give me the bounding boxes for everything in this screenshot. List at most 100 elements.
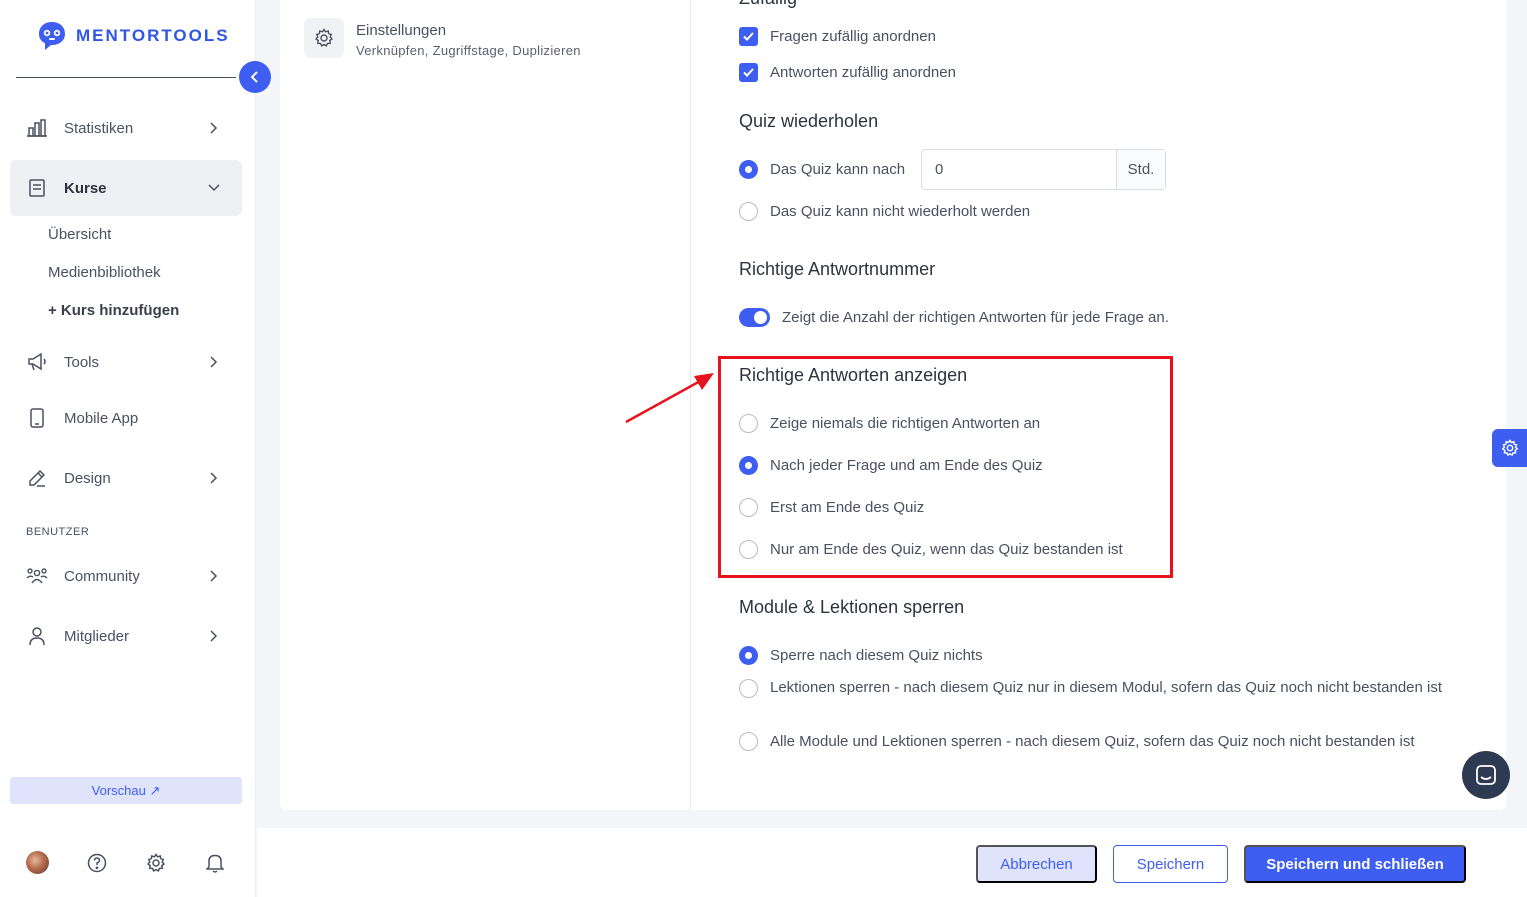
radio-row-show-each[interactable]: Nach jeder Frage und am Ende des Quiz [739, 456, 1043, 475]
checkbox-row-fragen[interactable]: Fragen zufällig anordnen [739, 27, 936, 46]
hours-input[interactable]: 0 Std. [921, 149, 1166, 190]
radio-label: Alle Module und Lektionen sperren - nach… [770, 733, 1415, 750]
chevron-right-icon [206, 470, 222, 486]
sidebar: MENTORTOOLS Statistiken Kurse Übersicht … [0, 0, 256, 897]
hours-value[interactable]: 0 [922, 150, 1116, 189]
sidebar-collapse-button[interactable] [239, 61, 271, 93]
logo-robot-icon [39, 22, 65, 50]
preview-button[interactable]: Vorschau ↗ [10, 777, 242, 804]
settings-section-link[interactable]: Einstellungen Verknüpfen, Zugriffstage, … [304, 18, 581, 58]
radio[interactable] [739, 414, 758, 433]
nav-item-mitglieder[interactable]: Mitglieder [10, 608, 242, 664]
checkbox-row-antworten[interactable]: Antworten zufällig anordnen [739, 63, 956, 82]
radio[interactable] [739, 498, 758, 517]
heading-module-sperren: Module & Lektionen sperren [739, 597, 965, 617]
logo-text: MENTORTOOLS [76, 26, 230, 45]
nav-label: Tools [64, 353, 100, 371]
heading-richtige-antworten-anzeigen: Richtige Antworten anzeigen [739, 365, 968, 385]
settings-subtitle: Verknüpfen, Zugriffstage, Duplizieren [356, 43, 581, 58]
edit-icon [26, 467, 48, 489]
divider [16, 77, 236, 78]
save-button[interactable]: Speichern [1113, 845, 1228, 883]
save-and-close-button[interactable]: Speichern und schließen [1244, 845, 1466, 883]
sidebar-sub-uebersicht[interactable]: Übersicht [48, 226, 111, 243]
chat-button[interactable] [1462, 751, 1510, 799]
radio-label: Lektionen sperren - nach diesem Quiz nur… [770, 679, 1443, 696]
radio-row-quiz-after[interactable]: Das Quiz kann nach [739, 160, 905, 179]
gear-icon [1501, 439, 1518, 457]
radio-label: Nur am Ende des Quiz, wenn das Quiz best… [770, 541, 1123, 558]
chevron-right-icon [206, 120, 222, 136]
radio-selected[interactable] [739, 160, 758, 179]
nav-item-kurse[interactable]: Kurse [10, 160, 242, 216]
nav-label: Statistiken [64, 119, 134, 137]
chevron-right-icon [206, 628, 222, 644]
nav-item-mobile-app[interactable]: Mobile App [10, 390, 242, 446]
gear-icon [304, 18, 344, 58]
radio-row-quiz-never[interactable]: Das Quiz kann nicht wiederholt werden [739, 202, 1030, 221]
radio-label: Zeige niemals die richtigen Antworten an [770, 415, 1041, 432]
heading-zufaellig: Zufällig [739, 0, 797, 9]
radio-label: Sperre nach diesem Quiz nichts [770, 647, 983, 664]
cancel-button[interactable]: Abbrechen [976, 845, 1097, 883]
radio-row-lock-lessons[interactable]: Lektionen sperren - nach diesem Quiz nur… [739, 677, 1450, 699]
radio-row-lock-none[interactable]: Sperre nach diesem Quiz nichts [739, 646, 983, 665]
radio-label: Nach jeder Frage und am Ende des Quiz [770, 457, 1043, 474]
radio-label: Das Quiz kann nach [770, 161, 906, 178]
radio[interactable] [739, 202, 758, 221]
sidebar-sub-kurs-hinzufuegen[interactable]: + Kurs hinzufügen [48, 302, 179, 319]
bell-icon[interactable] [203, 851, 226, 874]
nav-label: Kurse [64, 179, 107, 197]
radio-selected[interactable] [739, 456, 758, 475]
check-icon [743, 32, 754, 41]
gear-icon[interactable] [144, 851, 167, 874]
toggle-row-antwortnummer[interactable]: Zeigt die Anzahl der richtigen Antworten… [739, 308, 1169, 327]
sidebar-footer [26, 851, 226, 874]
heading-richtige-antwortnummer: Richtige Antwortnummer [739, 259, 936, 279]
nav-item-statistiken[interactable]: Statistiken [10, 100, 242, 156]
nav-item-tools[interactable]: Tools [10, 334, 242, 390]
checkbox-label: Antworten zufällig anordnen [770, 64, 956, 81]
bar-chart-icon [26, 117, 48, 139]
user-icon [26, 625, 48, 647]
annotation-arrow-icon [625, 373, 714, 424]
sidebar-sub-medienbibliothek[interactable]: Medienbibliothek [48, 264, 161, 281]
radio[interactable] [739, 732, 758, 751]
nav-item-design[interactable]: Design [10, 450, 242, 506]
checkbox-checked[interactable] [739, 63, 758, 82]
chevron-right-icon [206, 354, 222, 370]
radio-row-show-never[interactable]: Zeige niemals die richtigen Antworten an [739, 414, 1040, 433]
radio[interactable] [739, 540, 758, 559]
megaphone-icon [26, 351, 48, 373]
radio[interactable] [739, 678, 758, 698]
radio-selected[interactable] [739, 646, 758, 665]
phone-icon [26, 407, 48, 429]
radio-row-show-end[interactable]: Erst am Ende des Quiz [739, 498, 924, 517]
radio-label: Erst am Ende des Quiz [770, 499, 925, 516]
radio-row-show-passed[interactable]: Nur am Ende des Quiz, wenn das Quiz best… [739, 540, 1123, 559]
section-label-benutzer: BENUTZER [26, 526, 90, 538]
avatar[interactable] [26, 851, 49, 874]
community-icon [26, 565, 48, 587]
nav-label: Mitglieder [64, 627, 130, 645]
chevron-right-icon [206, 568, 222, 584]
checkbox-label: Fragen zufällig anordnen [770, 28, 936, 45]
nav-label: Mobile App [64, 409, 139, 427]
nav-label: Design [64, 469, 111, 487]
toggle-label: Zeigt die Anzahl der richtigen Antworten… [782, 309, 1169, 326]
settings-title: Einstellungen [356, 22, 447, 39]
radio-row-lock-all[interactable]: Alle Module und Lektionen sperren - nach… [739, 732, 1415, 751]
chevron-left-icon [250, 71, 258, 83]
settings-floating-button[interactable] [1492, 429, 1527, 467]
nav-item-community[interactable]: Community [10, 548, 242, 604]
help-icon[interactable] [85, 851, 108, 874]
toggle-switch-on[interactable] [739, 308, 770, 327]
book-icon [26, 177, 48, 199]
checkbox-checked[interactable] [739, 27, 758, 46]
hours-unit: Std. [1116, 150, 1165, 189]
nav-label: Community [64, 567, 140, 585]
radio-label: Das Quiz kann nicht wiederholt werden [770, 203, 1031, 220]
heading-quiz-wiederholen: Quiz wiederholen [739, 111, 879, 131]
chevron-down-icon [206, 180, 222, 196]
logo[interactable]: MENTORTOOLS [36, 20, 230, 52]
